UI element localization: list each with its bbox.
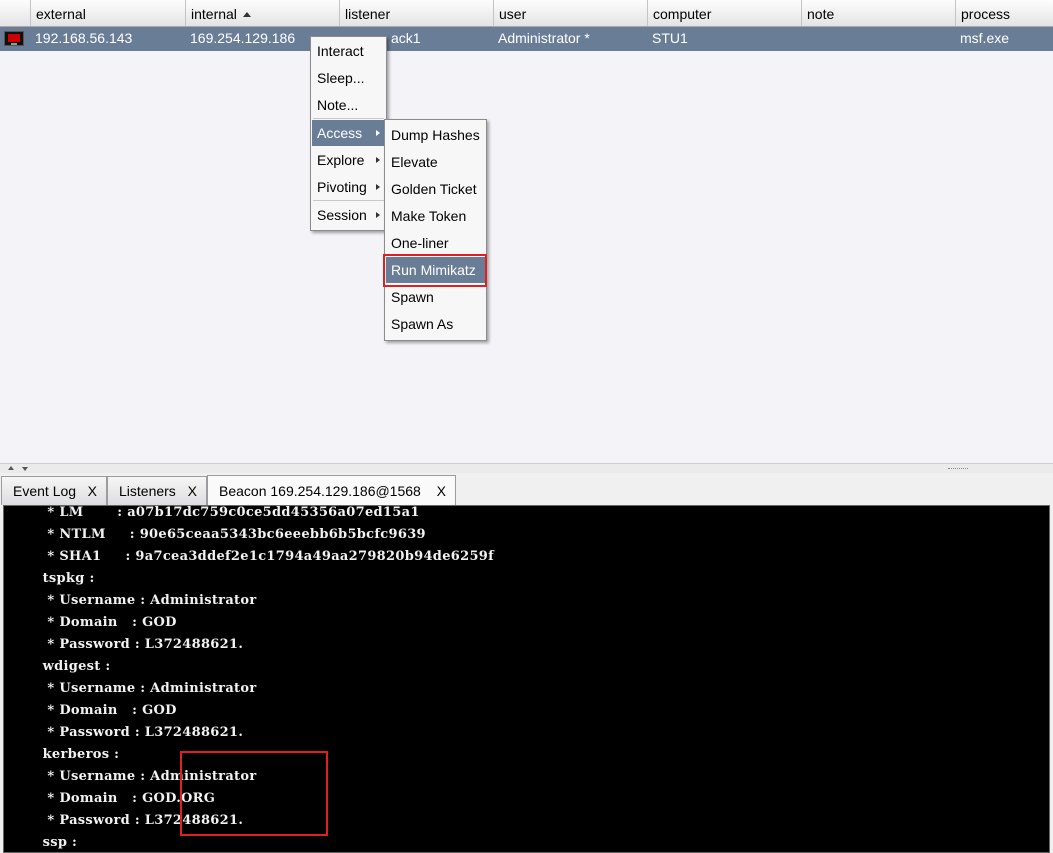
cell-external: 192.168.56.143 <box>35 30 133 46</box>
console-line: tspkg : <box>4 571 95 586</box>
column-header-computer[interactable]: computer <box>647 0 801 26</box>
console-line: * Username : Administrator <box>4 769 257 784</box>
console-line: * Username : Administrator <box>4 681 257 696</box>
console-line: * Domain : GOD.ORG <box>4 791 216 806</box>
menu-separator <box>313 118 384 119</box>
menu-item-access[interactable]: Access <box>312 120 385 146</box>
collapse-up-icon[interactable] <box>8 466 14 470</box>
menu-item-run-mimikatz[interactable]: Run Mimikatz <box>386 257 485 283</box>
console-line: * NTLM : 90e65ceaa5343bc6eeebb6b5bcfc963… <box>4 527 426 542</box>
cell-listener: ack1 <box>391 30 421 46</box>
tab-event-log[interactable]: Event Log X <box>1 476 107 505</box>
access-submenu: Dump Hashes Elevate Golden Ticket Make T… <box>384 119 487 341</box>
menu-item-make-token[interactable]: Make Token <box>386 203 485 229</box>
submenu-arrow-icon <box>376 130 380 136</box>
menu-item-elevate[interactable]: Elevate <box>386 149 485 175</box>
column-header-listener[interactable]: listener <box>339 0 493 26</box>
menu-item-spawn[interactable]: Spawn <box>386 284 485 310</box>
menu-item-pivoting[interactable]: Pivoting <box>312 174 385 200</box>
console-line: kerberos : <box>4 747 120 762</box>
column-header-internal[interactable]: internal <box>185 0 339 26</box>
sessions-table[interactable]: external internal listener user computer… <box>0 0 1053 463</box>
collapse-down-icon[interactable] <box>22 467 28 471</box>
cell-user: Administrator * <box>498 30 590 46</box>
column-header-user[interactable]: user <box>493 0 647 26</box>
tab-close-button[interactable]: X <box>188 477 197 506</box>
console-line: * Password : L372488621. <box>4 725 244 740</box>
table-header: external internal listener user computer… <box>0 0 1053 27</box>
submenu-arrow-icon <box>376 212 380 218</box>
console-line: * LM : a07b17dc759c0ce5dd45356a07ed15a1 <box>4 505 420 520</box>
column-header-external[interactable]: external <box>30 0 185 26</box>
console-line: * Domain : GOD <box>4 615 177 630</box>
menu-item-dump-hashes[interactable]: Dump Hashes <box>386 122 485 148</box>
tab-close-button[interactable]: X <box>88 477 97 506</box>
column-header-note[interactable]: note <box>801 0 955 26</box>
menu-item-interact[interactable]: Interact <box>312 38 385 64</box>
drag-grip-icon[interactable] <box>948 468 968 471</box>
split-pane-divider[interactable] <box>0 463 1053 473</box>
windows-beacon-icon <box>4 31 24 46</box>
menu-item-spawn-as[interactable]: Spawn As <box>386 311 485 337</box>
cell-computer: STU1 <box>652 30 688 46</box>
tab-listeners[interactable]: Listeners X <box>107 476 207 505</box>
console-line: * Password : L372488621. <box>4 637 244 652</box>
console-line: * Password : L372488621. <box>4 813 244 828</box>
column-header-process[interactable]: process <box>955 0 1053 26</box>
sort-ascending-icon <box>242 12 251 17</box>
menu-item-note[interactable]: Note... <box>312 92 385 118</box>
console-line: wdigest : <box>4 659 111 674</box>
cell-process: msf.exe <box>960 30 1010 46</box>
console-line: * Domain : GOD <box>4 703 177 718</box>
console-line: * Username : Administrator <box>4 593 257 608</box>
console-line: ssp : <box>4 835 78 850</box>
submenu-arrow-icon <box>376 157 380 163</box>
menu-item-one-liner[interactable]: One-liner <box>386 230 485 256</box>
submenu-arrow-icon <box>376 184 380 190</box>
menu-item-session[interactable]: Session <box>312 202 385 228</box>
table-row[interactable]: 192.168.56.143 169.254.129.186 ack1 Admi… <box>0 27 1053 51</box>
context-menu: Interact Sleep... Note... Access Explore… <box>310 36 387 231</box>
tab-beacon[interactable]: Beacon 169.254.129.186@1568 X <box>207 475 456 506</box>
beacon-console-output[interactable]: * LM : a07b17dc759c0ce5dd45356a07ed15a1 … <box>3 505 1050 853</box>
tab-bar: Event Log X Listeners X Beacon 169.254.1… <box>0 473 1053 506</box>
console-line: * SHA1 : 9a7cea3ddef2e1c1794a49aa279820b… <box>4 549 495 564</box>
cell-note <box>801 27 955 51</box>
menu-item-sleep[interactable]: Sleep... <box>312 65 385 91</box>
menu-separator <box>313 200 384 201</box>
menu-item-golden-ticket[interactable]: Golden Ticket <box>386 176 485 202</box>
tab-close-button[interactable]: X <box>437 476 446 507</box>
menu-item-explore[interactable]: Explore <box>312 147 385 173</box>
